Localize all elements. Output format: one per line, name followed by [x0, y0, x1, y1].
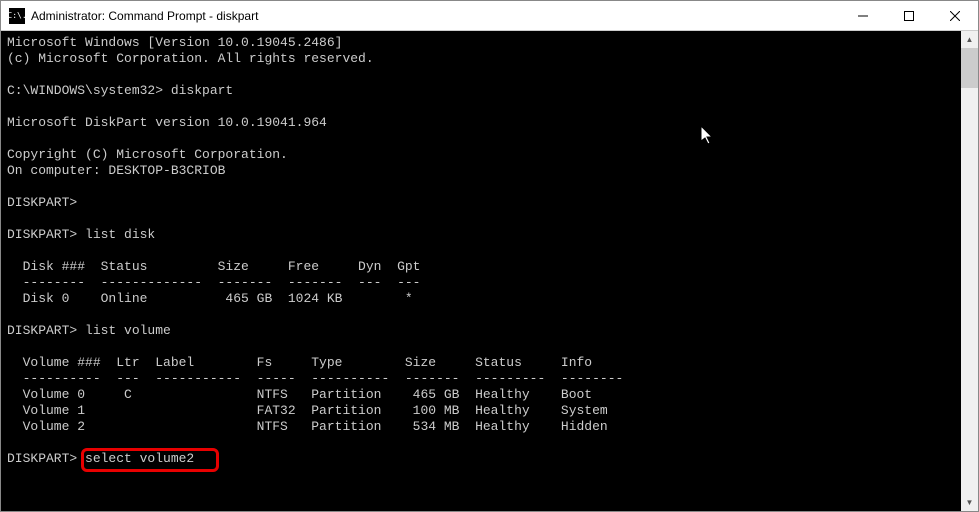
cmd-select-volume: DISKPART> select volume2 [7, 451, 972, 467]
minimize-button[interactable] [840, 1, 886, 30]
maximize-button[interactable] [886, 1, 932, 30]
vol-table-divider: ---------- --- ----------- ----- -------… [7, 371, 972, 387]
prompt-initial: C:\WINDOWS\system32> diskpart [7, 83, 972, 99]
computer-line: On computer: DESKTOP-B3CRIOB [7, 163, 972, 179]
scrollbar[interactable]: ▲ ▼ [961, 31, 978, 511]
prompt-blank: DISKPART> [7, 195, 972, 211]
cmd-icon: C:\. [9, 8, 25, 24]
disk-row: Disk 0 Online 465 GB 1024 KB * [7, 291, 972, 307]
titlebar[interactable]: C:\. Administrator: Command Prompt - dis… [1, 1, 978, 31]
window-title: Administrator: Command Prompt - diskpart [31, 9, 840, 23]
diskpart-version: Microsoft DiskPart version 10.0.19041.96… [7, 115, 972, 131]
header-line2: (c) Microsoft Corporation. All rights re… [7, 51, 972, 67]
vol-row: Volume 0 C NTFS Partition 465 GB Healthy… [7, 387, 972, 403]
scroll-thumb[interactable] [961, 48, 978, 88]
disk-table-header: Disk ### Status Size Free Dyn Gpt [7, 259, 972, 275]
close-button[interactable] [932, 1, 978, 30]
cmd-list-disk: DISKPART> list disk [7, 227, 972, 243]
cmd-list-volume: DISKPART> list volume [7, 323, 972, 339]
disk-table-divider: -------- ------------- ------- ------- -… [7, 275, 972, 291]
header-line1: Microsoft Windows [Version 10.0.19045.24… [7, 35, 972, 51]
vol-table-header: Volume ### Ltr Label Fs Type Size Status… [7, 355, 972, 371]
terminal-output[interactable]: Microsoft Windows [Version 10.0.19045.24… [1, 31, 978, 511]
scroll-down-icon[interactable]: ▼ [961, 494, 978, 511]
window-controls [840, 1, 978, 30]
vol-row: Volume 1 FAT32 Partition 100 MB Healthy … [7, 403, 972, 419]
copyright-line: Copyright (C) Microsoft Corporation. [7, 147, 972, 163]
scroll-up-icon[interactable]: ▲ [961, 31, 978, 48]
vol-row: Volume 2 NTFS Partition 534 MB Healthy H… [7, 419, 972, 435]
